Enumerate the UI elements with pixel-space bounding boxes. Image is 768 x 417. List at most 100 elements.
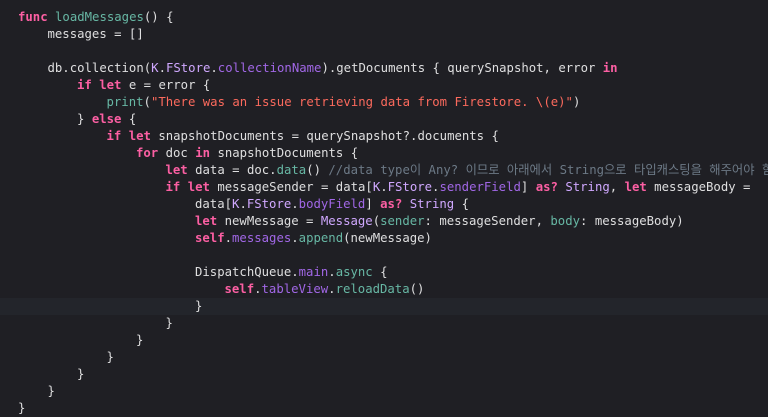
code-line-content: } bbox=[18, 400, 25, 417]
code-line-content: self.messages.append(newMessage) bbox=[195, 230, 432, 247]
code-token: , bbox=[610, 180, 625, 194]
code-token: e = error { bbox=[121, 78, 210, 92]
code-token: FStore bbox=[247, 197, 291, 211]
code-line-content: if let messageSender = data[K.FStore.sen… bbox=[166, 179, 751, 196]
code-line[interactable]: } else { bbox=[0, 111, 768, 128]
code-token: snapshotDocuments { bbox=[210, 146, 358, 160]
code-line[interactable]: print("There was an issue retrieving dat… bbox=[0, 94, 768, 111]
code-line[interactable]: db.collection(K.FStore.collectionName).g… bbox=[0, 60, 768, 77]
code-line[interactable]: let newMessage = Message(sender: message… bbox=[0, 213, 768, 230]
code-line[interactable] bbox=[0, 247, 768, 264]
code-token: main bbox=[299, 265, 329, 279]
code-token: func bbox=[18, 10, 48, 24]
code-token: ( bbox=[373, 214, 380, 228]
code-token: let bbox=[129, 129, 151, 143]
code-line[interactable]: } bbox=[0, 332, 768, 349]
code-token: bodyField bbox=[299, 197, 366, 211]
code-line-content: self.tableView.reloadData() bbox=[225, 281, 425, 298]
code-token: ) bbox=[573, 95, 580, 109]
code-token: in bbox=[603, 61, 618, 75]
code-line[interactable]: self.messages.append(newMessage) bbox=[0, 230, 768, 247]
code-line-content: DispatchQueue.main.async { bbox=[195, 264, 388, 281]
code-token bbox=[48, 10, 55, 24]
code-token: sender bbox=[380, 214, 424, 228]
code-line[interactable]: if let snapshotDocuments = querySnapshot… bbox=[0, 128, 768, 145]
code-token: ] bbox=[365, 197, 380, 211]
code-token: in bbox=[195, 146, 210, 160]
code-line[interactable]: self.tableView.reloadData() bbox=[0, 281, 768, 298]
code-line[interactable]: let data = doc.data() //data type이 Any? … bbox=[0, 162, 768, 179]
code-token: messageBody = bbox=[647, 180, 751, 194]
code-token: snapshotDocuments = querySnapshot?.docum… bbox=[151, 129, 499, 143]
code-token: //data type이 Any? 이므로 아래에서 String으로 타입캐스… bbox=[328, 163, 768, 177]
code-editor[interactable]: func loadMessages() {messages = [] db.col… bbox=[0, 0, 768, 410]
code-token: . bbox=[239, 197, 246, 211]
code-line[interactable]: } bbox=[0, 349, 768, 366]
code-line[interactable]: DispatchQueue.main.async { bbox=[0, 264, 768, 281]
code-token: doc bbox=[158, 146, 195, 160]
code-token: } bbox=[18, 401, 25, 415]
code-token: newMessage = bbox=[217, 214, 321, 228]
code-token: messages bbox=[232, 231, 291, 245]
code-token: () bbox=[306, 163, 328, 177]
code-token: data[ bbox=[195, 197, 232, 211]
code-token: data = doc. bbox=[188, 163, 277, 177]
code-line-content: } bbox=[195, 298, 202, 315]
code-line-content: print("There was an issue retrieving dat… bbox=[107, 94, 581, 111]
code-token: String bbox=[565, 180, 609, 194]
code-line-content: db.collection(K.FStore.collectionName).g… bbox=[48, 60, 618, 77]
code-token bbox=[402, 197, 409, 211]
code-token: as? bbox=[536, 180, 558, 194]
code-line[interactable]: messages = [] bbox=[0, 26, 768, 43]
code-token: tableView bbox=[262, 282, 329, 296]
code-token: messageSender = data[ bbox=[210, 180, 373, 194]
code-line-content: let newMessage = Message(sender: message… bbox=[195, 213, 684, 230]
code-token: if bbox=[77, 78, 92, 92]
code-line[interactable]: data[K.FStore.bodyField] as? String { bbox=[0, 196, 768, 213]
code-line[interactable]: } bbox=[0, 400, 768, 417]
code-token: } bbox=[107, 350, 114, 364]
code-token: . bbox=[210, 61, 217, 75]
code-token: self bbox=[195, 231, 225, 245]
code-token: String bbox=[410, 197, 454, 211]
code-token: let bbox=[99, 78, 121, 92]
code-token: () { bbox=[144, 10, 174, 24]
code-token: print bbox=[107, 95, 144, 109]
code-token: db.collection( bbox=[48, 61, 152, 75]
code-token: . bbox=[291, 231, 298, 245]
code-line-content: data[K.FStore.bodyField] as? String { bbox=[195, 196, 469, 213]
code-line[interactable]: if let e = error { bbox=[0, 77, 768, 94]
code-token: { bbox=[373, 265, 388, 279]
code-token: senderField bbox=[439, 180, 520, 194]
code-line[interactable]: for doc in snapshotDocuments { bbox=[0, 145, 768, 162]
code-token: () bbox=[410, 282, 425, 296]
code-token: if bbox=[107, 129, 122, 143]
code-line[interactable]: func loadMessages() { bbox=[0, 9, 768, 26]
code-token: let bbox=[166, 163, 188, 177]
code-token: . bbox=[328, 265, 335, 279]
code-line-content: } bbox=[166, 315, 173, 332]
code-token: { bbox=[454, 197, 469, 211]
code-line[interactable] bbox=[0, 43, 768, 60]
code-line[interactable]: } bbox=[0, 315, 768, 332]
code-line[interactable]: } bbox=[0, 383, 768, 400]
code-token: body bbox=[550, 214, 580, 228]
code-token: self bbox=[225, 282, 255, 296]
code-token: messages = [] bbox=[48, 27, 144, 41]
code-line-content: } bbox=[48, 383, 55, 400]
code-token: for bbox=[136, 146, 158, 160]
code-token: async bbox=[336, 265, 373, 279]
code-line-content: if let snapshotDocuments = querySnapshot… bbox=[107, 128, 499, 145]
code-token: . bbox=[328, 282, 335, 296]
code-token: : messageSender, bbox=[425, 214, 551, 228]
code-token: (newMessage) bbox=[343, 231, 432, 245]
code-token: . bbox=[291, 197, 298, 211]
code-line-content: } else { bbox=[77, 111, 136, 128]
code-line-current[interactable]: } bbox=[0, 298, 768, 315]
code-line[interactable]: if let messageSender = data[K.FStore.sen… bbox=[0, 179, 768, 196]
code-line-content: for doc in snapshotDocuments { bbox=[136, 145, 358, 162]
code-token bbox=[180, 180, 187, 194]
code-line[interactable]: } bbox=[0, 366, 768, 383]
code-token: let bbox=[188, 180, 210, 194]
code-token: ( bbox=[144, 95, 151, 109]
